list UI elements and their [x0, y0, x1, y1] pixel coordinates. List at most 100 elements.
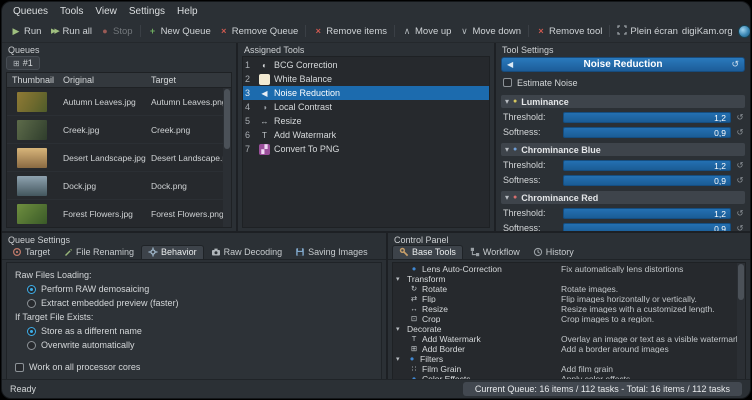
tool-icon: ↻ [409, 285, 419, 293]
tab-behavior[interactable]: Behavior [141, 245, 204, 259]
reset-icon[interactable]: ↺ [735, 160, 745, 171]
assigned-tool-row[interactable]: 1 ◐ BCG Correction [243, 58, 489, 72]
reset-icon[interactable]: ↺ [735, 175, 745, 186]
remove-items-button[interactable]: ×Remove items [309, 24, 391, 39]
reset-tool-icon[interactable]: ↺ [731, 59, 739, 70]
processor-cores-checkbox[interactable] [15, 363, 24, 372]
tool-row[interactable]: ▾ Decorate [393, 324, 745, 334]
workflow-icon [470, 247, 480, 257]
radio-option[interactable]: Store as a different name [15, 324, 373, 338]
tool-row[interactable]: ▾ ↔ Resize Resize images with a customiz… [393, 304, 745, 314]
threshold-slider[interactable]: 1,2 [563, 112, 731, 123]
scrollbar-thumb[interactable] [224, 89, 230, 149]
queue-item-row[interactable]: Desert Landscape.jpg Desert Landscape.pn… [7, 144, 231, 172]
control-panel-scrollbar[interactable] [737, 263, 745, 379]
scrollbar-thumb[interactable] [738, 264, 744, 300]
queue-item-row[interactable]: Forest Flowers.jpg Forest Flowers.png [7, 200, 231, 228]
section-header[interactable]: ▾ ● Luminance [501, 95, 745, 108]
collapse-icon[interactable]: ▾ [505, 193, 509, 202]
tool-row[interactable]: ▾ ● Color Effects Apply color effects [393, 374, 745, 379]
estimate-noise-option[interactable]: Estimate Noise [503, 75, 745, 90]
tool-row[interactable]: ▾ ⇄ Flip Flip images horizontally or ver… [393, 294, 745, 304]
remove-queue-label: Remove Queue [232, 26, 299, 37]
tool-icon: ⇄ [409, 295, 419, 303]
menu-item[interactable]: Queues [7, 4, 54, 19]
collapse-icon[interactable]: ▾ [505, 145, 509, 154]
menu-item[interactable]: Settings [123, 4, 171, 19]
assigned-tool-row[interactable]: 6 T Add Watermark [243, 128, 489, 142]
radio-option[interactable]: Overwrite automatically [15, 338, 373, 352]
thumbnail-image [17, 148, 47, 168]
tool-icon: ▞ [259, 144, 270, 155]
tool-row[interactable]: ▾ ∷ Film Grain Add film grain [393, 364, 745, 374]
tab-raw-decoding[interactable]: Raw Decoding [205, 246, 289, 259]
radio-button[interactable] [27, 285, 36, 294]
column-target[interactable]: Target [151, 75, 231, 85]
reset-icon[interactable]: ↺ [735, 208, 745, 219]
tab-history[interactable]: History [527, 246, 580, 259]
tool-row[interactable]: ▾ ⊞ Add Border Add a border around image… [393, 344, 745, 354]
section-header[interactable]: ▾ ● Chrominance Blue [501, 143, 745, 156]
column-original[interactable]: Original [63, 75, 151, 85]
estimate-noise-checkbox[interactable] [503, 78, 512, 87]
radio-button[interactable] [27, 341, 36, 350]
reset-icon[interactable]: ↺ [735, 127, 745, 138]
expander-icon[interactable]: ▾ [396, 356, 404, 363]
queue-tab-1[interactable]: ⊞ #1 [6, 56, 40, 70]
tool-row[interactable]: ▾ ↻ Rotate Rotate images. [393, 284, 745, 294]
assigned-tool-row[interactable]: 2 White Balance [243, 72, 489, 86]
expander-icon[interactable]: ▾ [396, 276, 404, 283]
new-queue-button[interactable]: +New Queue [144, 24, 215, 39]
expander-icon[interactable]: ▾ [396, 326, 404, 333]
remove-queue-button[interactable]: ×Remove Queue [215, 24, 303, 39]
tool-row[interactable]: ▾ Transform [393, 274, 745, 284]
assigned-tool-row[interactable]: 3 ◀ Noise Reduction [243, 86, 489, 100]
bottom-row: Queue Settings Target File Renaming Beha… [2, 233, 750, 379]
tool-row[interactable]: ▾ ● Filters [393, 354, 745, 364]
stop-button[interactable]: ●Stop [96, 24, 137, 39]
menu-item[interactable]: Tools [54, 4, 89, 19]
softness-slider[interactable]: 0,9 [563, 175, 731, 186]
assigned-tool-row[interactable]: 4 ◑ Local Contrast [243, 100, 489, 114]
assigned-tool-row[interactable]: 7 ▞ Convert To PNG [243, 142, 489, 156]
menu-item[interactable]: View [89, 4, 123, 19]
tab-history-label: History [546, 247, 574, 257]
move-down-button[interactable]: ∨Move down [455, 24, 525, 39]
tool-row[interactable]: ▾ ⊡ Crop Crop images to a region. [393, 314, 745, 324]
tab-saving-images[interactable]: Saving Images [289, 246, 374, 259]
threshold-slider[interactable]: 1,2 [563, 160, 731, 171]
tab-base-tools[interactable]: Base Tools [392, 245, 463, 259]
move-up-button[interactable]: ∧Move up [398, 24, 455, 39]
queue-item-row[interactable]: Autumn Leaves.jpg Autumn Leaves.png [7, 88, 231, 116]
menu-item[interactable]: Help [171, 4, 204, 19]
section-header[interactable]: ▾ ● Chrominance Red [501, 191, 745, 204]
assigned-tool-row[interactable]: 5 ↔ Resize [243, 114, 489, 128]
queue-item-row[interactable]: Creek.jpg Creek.png [7, 116, 231, 144]
collapse-icon[interactable]: ▾ [505, 97, 509, 106]
main-toolbar: ▶Run ▶▶Run all ●Stop +New Queue ×Remove … [2, 20, 750, 43]
radio-option[interactable]: Extract embedded preview (faster) [15, 296, 373, 310]
queue-scrollbar[interactable] [223, 88, 231, 227]
remove-tool-button[interactable]: ×Remove tool [532, 24, 606, 39]
run-all-button[interactable]: ▶▶Run all [45, 24, 96, 39]
radio-button[interactable] [27, 327, 36, 336]
column-thumbnail[interactable]: Thumbnail [7, 75, 63, 85]
processor-cores-option[interactable]: Work on all processor cores [15, 360, 373, 374]
threshold-slider[interactable]: 1,2 [563, 208, 731, 219]
run-button[interactable]: ▶Run [7, 24, 45, 39]
reset-icon[interactable]: ↺ [735, 112, 745, 123]
tool-row[interactable]: ▾ ● Lens Auto-Correction Fix automatical… [393, 264, 745, 274]
tool-row[interactable]: ▾ T Add Watermark Overlay an image or te… [393, 334, 745, 344]
softness-slider[interactable]: 0,9 [563, 223, 731, 232]
tab-file-renaming[interactable]: File Renaming [57, 246, 140, 259]
tab-workflow[interactable]: Workflow [464, 246, 526, 259]
queue-status-info: Current Queue: 16 items / 112 tasks - To… [463, 382, 742, 396]
reset-icon[interactable]: ↺ [735, 223, 745, 232]
tab-target[interactable]: Target [6, 246, 56, 259]
softness-slider[interactable]: 0,9 [563, 127, 731, 138]
queue-item-row[interactable]: Dock.jpg Dock.png [7, 172, 231, 200]
radio-button[interactable] [27, 299, 36, 308]
tool-label: Noise Reduction [274, 88, 340, 98]
fullscreen-button[interactable]: Plein écran [613, 23, 682, 39]
radio-option[interactable]: Perform RAW demosaicing [15, 282, 373, 296]
